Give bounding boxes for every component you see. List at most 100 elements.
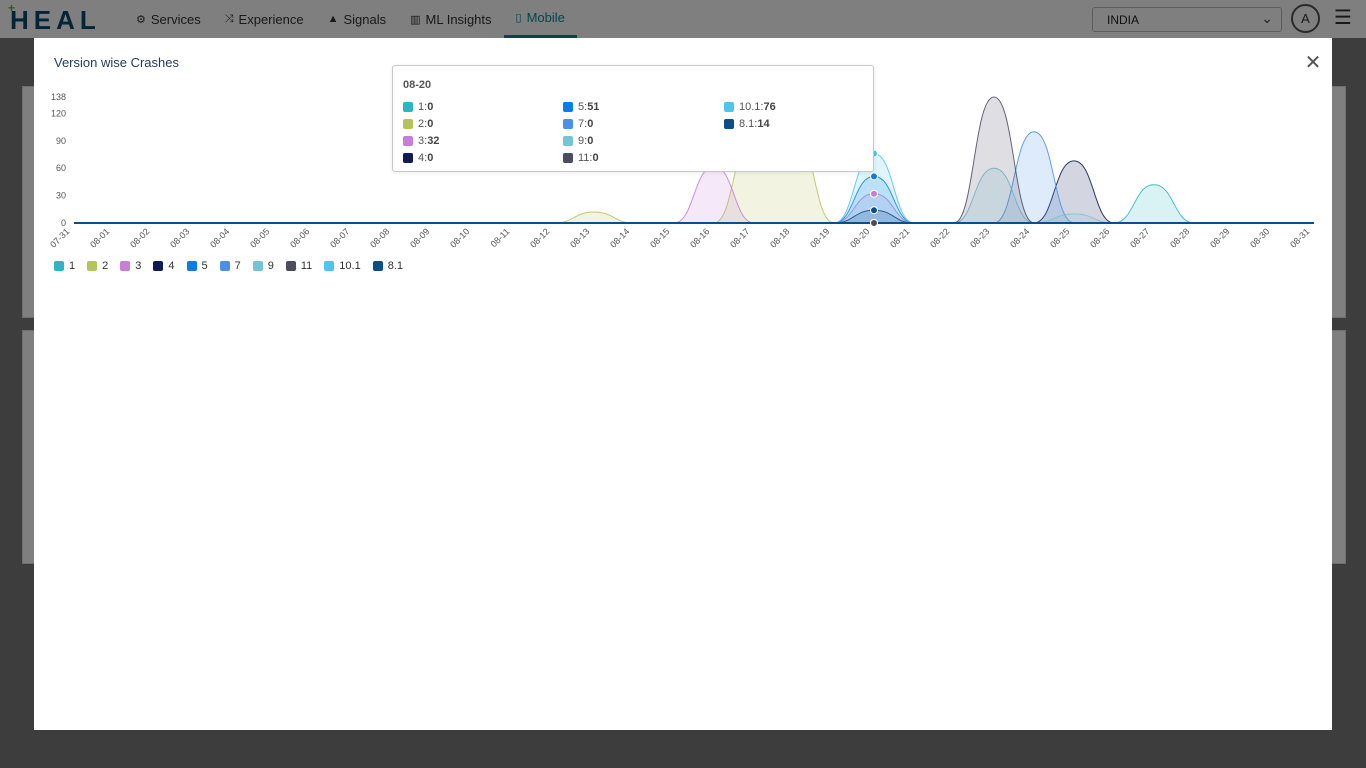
x-tick-label: 08-28 bbox=[1168, 226, 1191, 249]
x-tick-label: 08-07 bbox=[328, 226, 351, 249]
tooltip-series-name: 11: bbox=[578, 152, 593, 164]
x-tick-label: 08-14 bbox=[608, 226, 631, 249]
tooltip-item-4: 4: 0 bbox=[403, 152, 433, 164]
tooltip-swatch bbox=[563, 119, 573, 129]
tooltip-item-11: 11: 0 bbox=[563, 152, 599, 164]
legend-swatch bbox=[219, 261, 230, 271]
tooltip-series-name: 5: bbox=[578, 101, 588, 113]
x-tick-label: 08-31 bbox=[1288, 226, 1311, 249]
tooltip-series-value: 32 bbox=[427, 135, 440, 147]
x-tick-label: 08-25 bbox=[1048, 226, 1071, 249]
tooltip-series-name: 7: bbox=[578, 118, 588, 130]
x-tick-label: 08-23 bbox=[968, 226, 991, 249]
legend-swatch bbox=[120, 261, 131, 271]
tooltip-swatch bbox=[563, 136, 573, 146]
tooltip-item-3: 3: 32 bbox=[403, 135, 439, 147]
y-tick-label: 138 bbox=[51, 92, 66, 102]
x-tick-label: 08-26 bbox=[1088, 226, 1111, 249]
x-tick-label: 08-21 bbox=[888, 226, 911, 249]
x-tick-label: 08-04 bbox=[208, 226, 231, 249]
legend-label: 1 bbox=[69, 260, 76, 272]
x-tick-label: 08-05 bbox=[248, 226, 271, 249]
x-tick-label: 08-29 bbox=[1208, 226, 1231, 249]
tooltip-item-8.1: 8.1: 14 bbox=[724, 118, 770, 130]
legend-item-2[interactable]: 2 bbox=[87, 260, 108, 272]
legend-label: 2 bbox=[102, 260, 109, 272]
tooltip-series-name: 3: bbox=[418, 135, 428, 147]
legend-item-11[interactable]: 11 bbox=[285, 260, 313, 272]
tooltip-swatch bbox=[563, 102, 573, 112]
tooltip-item-7: 7: 0 bbox=[563, 118, 593, 130]
x-tick-label: 07-31 bbox=[48, 226, 71, 249]
legend-label: 8.1 bbox=[387, 260, 404, 272]
tooltip-series-name: 8.1: bbox=[739, 118, 758, 130]
legend-label: 10.1 bbox=[339, 260, 361, 272]
tooltip-swatch bbox=[403, 102, 413, 112]
crashes-modal: Version wise Crashes ✕ 0 30 60 90 120 138 07-… bbox=[34, 38, 1332, 730]
x-tick-label: 08-22 bbox=[928, 226, 951, 249]
x-tick-label: 08-15 bbox=[648, 226, 671, 249]
x-tick-label: 08-24 bbox=[1008, 226, 1031, 249]
legend-label: 11 bbox=[300, 260, 313, 272]
chart-legend: 1 2 3 4 5 7 9 11 10.1 8.1 bbox=[54, 260, 415, 272]
tooltip-swatch bbox=[403, 119, 413, 129]
tooltip-series-value: 76 bbox=[763, 101, 776, 113]
legend-swatch bbox=[252, 261, 263, 271]
legend-item-4[interactable]: 4 bbox=[153, 260, 175, 272]
x-tick-label: 08-16 bbox=[688, 226, 711, 249]
x-tick-label: 08-01 bbox=[88, 226, 111, 249]
tooltip-swatch bbox=[724, 102, 734, 112]
legend-item-10.1[interactable]: 10.1 bbox=[324, 260, 361, 272]
x-axis: 07-31 08-01 08-02 08-03 08-04 08-05 08-06 08-07… bbox=[48, 226, 1311, 249]
tooltip-item-5: 5: 51 bbox=[563, 101, 599, 113]
tooltip-swatch bbox=[403, 153, 413, 163]
x-tick-label: 08-17 bbox=[728, 226, 751, 249]
y-tick-label: 30 bbox=[56, 191, 66, 201]
tooltip-series-value: 0 bbox=[587, 118, 594, 130]
tooltip-title: 08-20 bbox=[403, 79, 432, 91]
hover-marker-11 bbox=[870, 219, 878, 227]
tooltip-item-9: 9: 0 bbox=[563, 135, 593, 147]
legend-label: 5 bbox=[201, 260, 208, 272]
x-tick-label: 08-08 bbox=[368, 226, 391, 249]
x-tick-label: 08-09 bbox=[408, 226, 431, 249]
tooltip-series-name: 9: bbox=[578, 135, 588, 147]
x-tick-label: 08-02 bbox=[128, 226, 151, 249]
tooltip-swatch bbox=[403, 136, 413, 146]
x-tick-label: 08-27 bbox=[1128, 226, 1151, 249]
y-tick-label: 60 bbox=[56, 163, 66, 173]
tooltip-series-value: 0 bbox=[587, 135, 594, 147]
hover-marker-8.1 bbox=[870, 206, 878, 215]
tooltip-series-value: 0 bbox=[427, 152, 434, 164]
tooltip-series-name: 2: bbox=[418, 118, 428, 130]
legend-item-3[interactable]: 3 bbox=[120, 260, 141, 272]
tooltip-series-value: 14 bbox=[757, 118, 770, 130]
tooltip-swatch bbox=[724, 119, 734, 129]
x-tick-label: 08-13 bbox=[568, 226, 591, 249]
tooltip-series-name: 10.1: bbox=[739, 101, 764, 113]
hover-marker-3 bbox=[870, 189, 878, 198]
x-tick-label: 08-03 bbox=[168, 226, 191, 249]
legend-item-7[interactable]: 7 bbox=[219, 260, 241, 272]
legend-label: 4 bbox=[168, 260, 175, 272]
legend-swatch bbox=[87, 261, 98, 271]
x-tick-label: 08-30 bbox=[1248, 226, 1271, 249]
x-tick-label: 08-06 bbox=[288, 226, 311, 249]
x-tick-label: 08-10 bbox=[448, 226, 471, 249]
legend-swatch bbox=[324, 261, 335, 271]
legend-item-9[interactable]: 9 bbox=[252, 260, 274, 272]
tooltip-series-value: 0 bbox=[592, 152, 599, 164]
legend-item-5[interactable]: 5 bbox=[186, 260, 208, 272]
legend-item-8.1[interactable]: 8.1 bbox=[372, 260, 404, 272]
legend-item-1[interactable]: 1 bbox=[54, 260, 75, 272]
x-tick-label: 08-20 bbox=[848, 226, 871, 249]
legend-swatch bbox=[372, 261, 383, 271]
legend-swatch bbox=[153, 261, 164, 271]
tooltip-series-value: 0 bbox=[427, 118, 434, 130]
tooltip-item-10.1: 10.1: 76 bbox=[724, 101, 776, 113]
tooltip-item-2: 2: 0 bbox=[403, 118, 433, 130]
legend-label: 3 bbox=[135, 260, 142, 272]
tooltip-series-value: 51 bbox=[587, 101, 600, 113]
x-tick-label: 08-18 bbox=[768, 226, 791, 249]
tooltip-series-value: 0 bbox=[427, 101, 434, 113]
